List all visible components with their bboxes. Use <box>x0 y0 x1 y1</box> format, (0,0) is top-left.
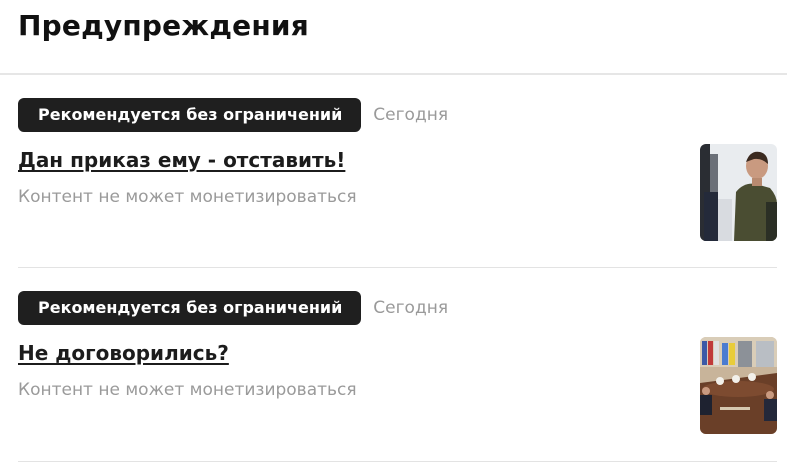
monetization-status: Контент не может монетизироваться <box>18 380 357 400</box>
status-badge: Рекомендуется без ограничений <box>18 98 362 132</box>
warning-meta: Рекомендуется без ограничений Сегодня <box>18 98 448 132</box>
status-badge: Рекомендуется без ограничений <box>18 291 362 325</box>
warning-meta: Рекомендуется без ограничений Сегодня <box>18 291 448 325</box>
monetization-status: Контент не может монетизироваться <box>18 187 357 207</box>
video-title-link[interactable]: Не договорились? <box>18 341 229 365</box>
warning-item: Рекомендуется без ограничений Сегодня Да… <box>18 75 777 268</box>
warning-date: Сегодня <box>373 298 449 318</box>
video-title-link[interactable]: Дан приказ ему - отставить! <box>18 148 345 172</box>
page-header: Предупреждения <box>0 0 787 75</box>
video-thumbnail[interactable] <box>700 337 777 434</box>
man-in-military-jacket-thumbnail-icon <box>700 144 777 241</box>
meeting-table-thumbnail-icon <box>700 337 777 434</box>
page-title: Предупреждения <box>18 9 309 42</box>
warnings-list: Рекомендуется без ограничений Сегодня Да… <box>0 75 787 462</box>
video-thumbnail[interactable] <box>700 144 777 241</box>
warning-date: Сегодня <box>373 105 449 125</box>
warning-item: Рекомендуется без ограничений Сегодня Не… <box>18 268 777 462</box>
